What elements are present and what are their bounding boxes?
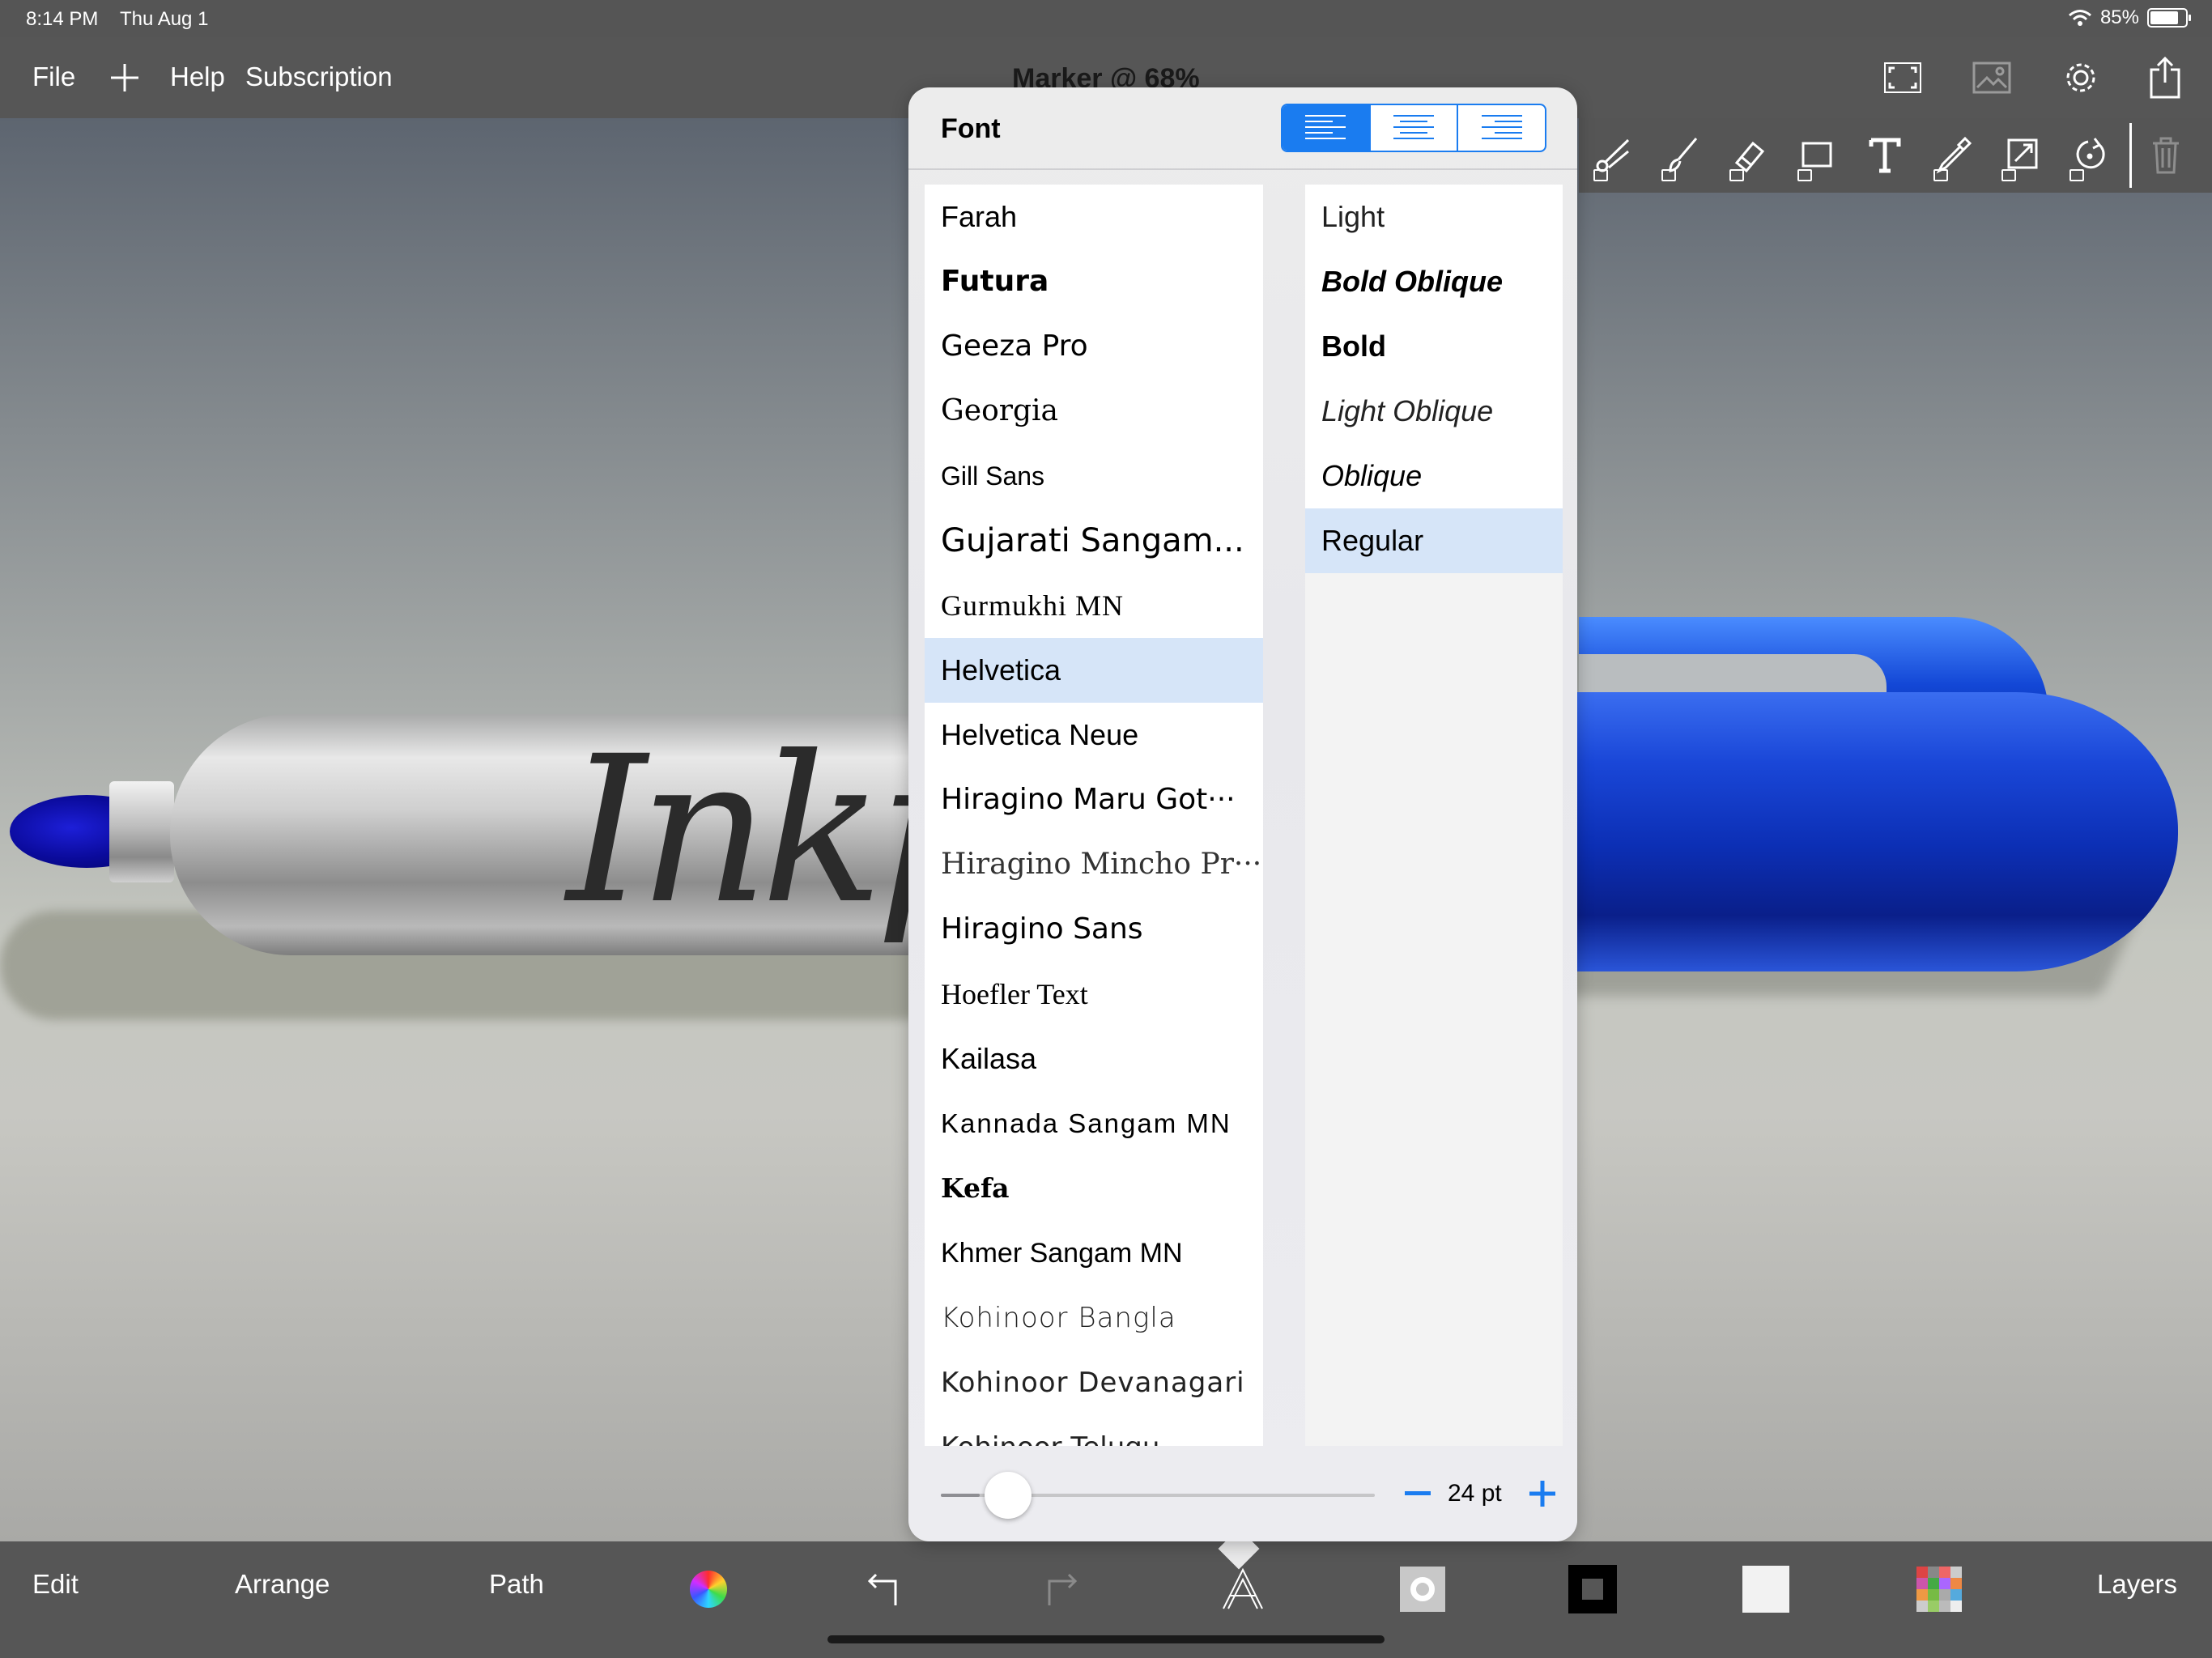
align-left-button[interactable] [1283, 105, 1371, 151]
lock-icon [1661, 169, 1676, 181]
marker-collar-shape[interactable] [109, 781, 174, 882]
font-row[interactable]: Helvetica Neue [925, 703, 1263, 767]
pattern-swatch-icon[interactable] [1911, 1561, 1967, 1618]
style-row[interactable]: Bold [1305, 314, 1563, 379]
font-row[interactable]: Kannada Sangam MN [925, 1091, 1263, 1156]
lock-icon [1933, 169, 1948, 181]
scissors-tool[interactable] [1579, 123, 1647, 188]
align-right-button[interactable] [1458, 105, 1545, 151]
battery-percent: 85% [2099, 6, 2139, 28]
font-popover: Font Farah Futura Geeza Pro Georgia Gill… [908, 87, 1577, 1541]
font-icon[interactable] [1214, 1561, 1271, 1618]
align-center-icon [1393, 115, 1434, 139]
delete-tool[interactable] [2129, 123, 2200, 188]
font-row[interactable]: Hiragino Mincho Pr··· [925, 832, 1263, 897]
font-row[interactable]: Hiragino Sans [925, 897, 1263, 962]
font-row[interactable]: Khmer Sangam MN [925, 1221, 1263, 1286]
font-row-selected[interactable]: Helvetica [925, 638, 1263, 703]
alignment-segmented-control [1281, 104, 1546, 152]
font-style-list[interactable]: Light Bold Oblique Bold Light Oblique Ob… [1305, 185, 1563, 1446]
font-size-label: 24 pt [1448, 1480, 1502, 1507]
layers-menu[interactable]: Layers [2097, 1569, 2177, 1600]
lock-icon [1593, 169, 1608, 181]
font-row[interactable]: Hiragino Maru Got··· [925, 767, 1263, 832]
stroke-color-swatch[interactable] [1564, 1561, 1621, 1618]
brush-tool[interactable] [1647, 123, 1715, 188]
fullscreen-icon[interactable] [1880, 55, 1925, 100]
lock-icon [2001, 169, 2016, 181]
font-row[interactable]: Kefa [925, 1156, 1263, 1221]
lock-icon [2069, 169, 2084, 181]
font-row[interactable]: Geeza Pro [925, 314, 1263, 379]
style-row-selected[interactable]: Regular [1305, 508, 1563, 573]
increase-size-button[interactable] [1522, 1472, 1563, 1516]
style-row[interactable]: Oblique [1305, 444, 1563, 508]
status-bar: 8:14 PM Thu Aug 1 85% [0, 0, 2212, 37]
text-tool[interactable] [1851, 123, 1919, 188]
slider-thumb[interactable] [985, 1472, 1032, 1519]
eyedropper-tool[interactable] [1919, 123, 1987, 188]
style-row[interactable]: Light Oblique [1305, 379, 1563, 444]
subscription-menu[interactable]: Subscription [245, 62, 393, 92]
popover-title: Font [941, 113, 1001, 144]
font-row[interactable]: Kohinoor Bangla [925, 1286, 1263, 1350]
style-row[interactable]: Light [1305, 185, 1563, 249]
lock-icon [1797, 169, 1812, 181]
image-icon[interactable] [1969, 55, 2014, 100]
align-right-icon [1481, 115, 1522, 139]
plus-icon [1529, 1481, 1555, 1507]
popover-header: Font [908, 87, 1577, 170]
wifi-icon [2068, 10, 2091, 26]
redo-icon[interactable] [1033, 1561, 1090, 1618]
gear-icon[interactable] [2058, 55, 2104, 100]
status-right: 85% [2068, 6, 2191, 29]
font-row[interactable]: Georgia [925, 379, 1263, 444]
color-wheel-icon[interactable] [680, 1561, 737, 1618]
fill-color-swatch[interactable] [1738, 1561, 1794, 1618]
undo-icon[interactable] [855, 1561, 912, 1618]
font-row[interactable]: Gujarati Sangam... [925, 508, 1263, 573]
font-row[interactable]: Kohinoor Telugu [925, 1415, 1263, 1446]
font-row[interactable]: Gurmukhi MN [925, 573, 1263, 638]
status-time: 8:14 PM [26, 8, 99, 30]
decrease-size-button[interactable] [1397, 1472, 1438, 1516]
path-menu[interactable]: Path [489, 1569, 544, 1600]
status-date: Thu Aug 1 [120, 8, 209, 30]
file-menu[interactable]: File [32, 62, 75, 92]
font-family-list[interactable]: Farah Futura Geeza Pro Georgia Gill Sans… [925, 185, 1263, 1446]
font-row[interactable]: Kohinoor Devanagari [925, 1350, 1263, 1415]
arrange-menu[interactable]: Arrange [235, 1569, 330, 1600]
transform-tool[interactable] [1987, 123, 2055, 188]
gradient-fill-icon[interactable] [1394, 1561, 1451, 1618]
align-center-button[interactable] [1371, 105, 1459, 151]
rotate-tool[interactable] [2055, 123, 2123, 188]
align-left-icon [1305, 115, 1346, 139]
slider-fill [941, 1494, 981, 1497]
help-menu[interactable]: Help [170, 62, 225, 92]
minus-icon [1405, 1491, 1431, 1495]
font-row[interactable]: Hoefler Text [925, 962, 1263, 1027]
tool-strip [1579, 118, 2212, 193]
edit-menu[interactable]: Edit [32, 1569, 79, 1600]
font-row[interactable]: Gill Sans [925, 444, 1263, 508]
font-row[interactable]: Kailasa [925, 1027, 1263, 1091]
font-row[interactable]: Farah [925, 185, 1263, 249]
home-indicator[interactable] [827, 1635, 1385, 1643]
style-row[interactable]: Bold Oblique [1305, 249, 1563, 314]
battery-icon [2147, 8, 2191, 28]
share-icon[interactable] [2142, 55, 2188, 100]
shape-tool[interactable] [1783, 123, 1851, 188]
eraser-tool[interactable] [1715, 123, 1783, 188]
cap-body-shape[interactable] [1571, 692, 2178, 971]
font-row[interactable]: Futura [925, 249, 1263, 314]
add-icon[interactable] [102, 55, 147, 100]
lock-icon [1729, 169, 1744, 181]
